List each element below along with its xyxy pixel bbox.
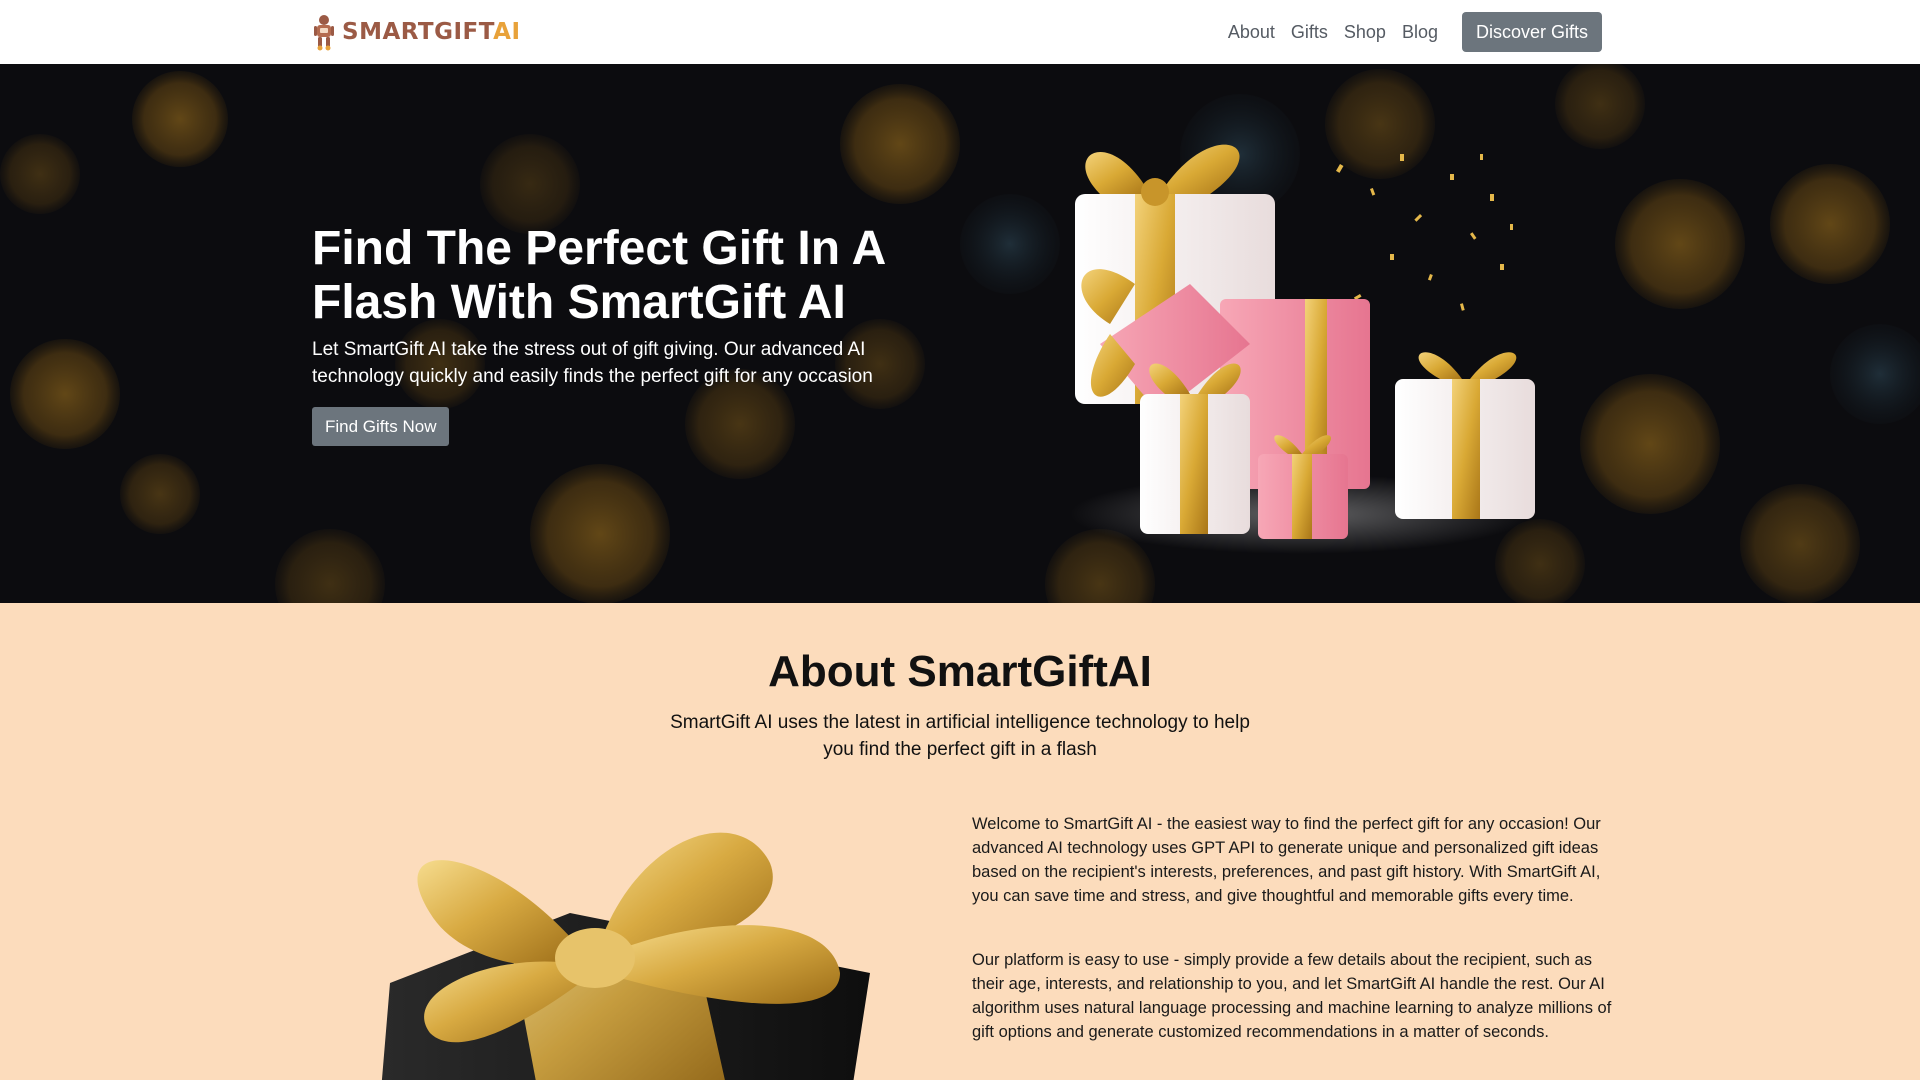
nav-link-gifts[interactable]: Gifts <box>1291 22 1328 43</box>
discover-gifts-button[interactable]: Discover Gifts <box>1461 12 1602 52</box>
gift-boxes-illustration <box>1070 144 1535 554</box>
about-paragraph-1: Welcome to SmartGift AI - the easiest wa… <box>972 815 1601 905</box>
logo[interactable]: SMARTGIFTAI <box>310 12 521 52</box>
site-header: SMARTGIFTAI About Gifts Shop Blog Discov… <box>0 0 1920 64</box>
nav-link-about[interactable]: About <box>1228 22 1275 43</box>
nav-link-blog[interactable]: Blog <box>1402 22 1438 43</box>
about-title: About SmartGiftAI <box>768 647 1152 696</box>
black-gift-box-illustration <box>381 832 870 1080</box>
nav-link-shop[interactable]: Shop <box>1344 22 1386 43</box>
hero-title: Find The Perfect Gift In A Flash With Sm… <box>312 222 885 329</box>
hero-subtitle: Let SmartGift AI take the stress out of … <box>312 339 873 387</box>
logo-accent: AI <box>493 19 521 45</box>
logo-wordmark: SMARTGIFTAI <box>342 19 521 45</box>
bokeh-background <box>0 64 1920 603</box>
robot-logo-icon <box>314 15 334 51</box>
logo-text: SMARTGIFT <box>342 19 494 45</box>
about-paragraph-2: Our platform is easy to use - simply pro… <box>972 951 1612 1041</box>
find-gifts-now-button[interactable]: Find Gifts Now <box>312 407 450 446</box>
main-nav: About Gifts Shop Blog Discover Gifts <box>1228 12 1602 52</box>
hero-section: Find The Perfect Gift In A Flash With Sm… <box>0 64 1920 603</box>
about-section: About SmartGiftAI SmartGift AI uses the … <box>0 603 1920 1080</box>
about-subtitle: SmartGift AI uses the latest in artifici… <box>670 712 1250 760</box>
